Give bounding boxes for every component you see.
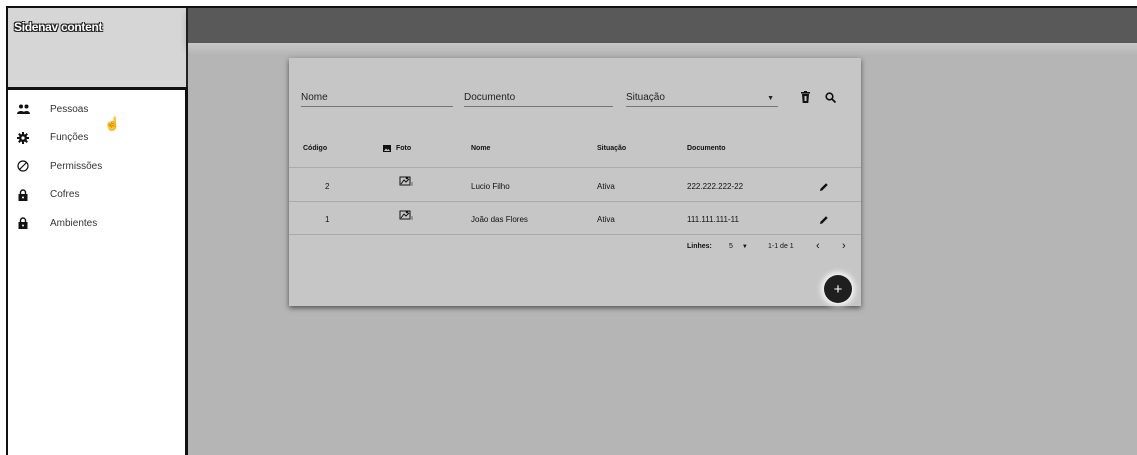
edit-button[interactable] bbox=[817, 180, 831, 194]
app-frame: Sidenav content Pessoas Funções Permissõ… bbox=[6, 6, 1137, 455]
rows-per-page-label: Linhes: bbox=[687, 243, 712, 250]
clear-filters-button[interactable] bbox=[797, 89, 813, 105]
hand-cursor-icon: ☝ bbox=[104, 116, 121, 131]
lock-icon bbox=[16, 188, 30, 202]
sidenav-title: Sidenav content bbox=[14, 20, 103, 34]
header-documento[interactable]: Documento bbox=[687, 145, 726, 152]
add-person-button[interactable]: + bbox=[824, 275, 852, 303]
pencil-icon bbox=[820, 216, 828, 224]
situacao-select[interactable]: Situação ▼ bbox=[626, 89, 778, 107]
top-toolbar bbox=[188, 8, 1137, 43]
sidebar-item-label: Permissões bbox=[50, 160, 103, 172]
chevron-down-icon: ▼ bbox=[741, 244, 748, 250]
documento-filter-input[interactable]: Documento bbox=[464, 89, 613, 107]
sidebar-item-permissoes[interactable]: Permissões bbox=[8, 152, 185, 181]
cell-codigo: 1 bbox=[325, 215, 330, 224]
nome-filter-label: Nome bbox=[301, 92, 328, 103]
search-button[interactable] bbox=[822, 89, 838, 105]
sidebar-item-ambientes[interactable]: Ambientes bbox=[8, 209, 185, 238]
people-icon bbox=[16, 102, 30, 116]
page-range-label: 1-1 de 1 bbox=[768, 243, 794, 250]
sidebar-item-label: Cofres bbox=[50, 189, 80, 201]
search-icon bbox=[824, 91, 836, 103]
cell-nome: João das Flores bbox=[471, 215, 528, 224]
block-icon bbox=[16, 159, 30, 173]
nome-filter-input[interactable]: Nome bbox=[301, 89, 453, 107]
row-divider bbox=[289, 234, 861, 235]
gear-icon bbox=[16, 131, 30, 145]
row-divider bbox=[289, 167, 861, 168]
lock-icon bbox=[16, 216, 30, 230]
next-page-button[interactable]: › bbox=[842, 240, 846, 252]
image-icon bbox=[383, 145, 391, 152]
previous-page-button[interactable]: ‹ bbox=[816, 240, 820, 252]
toolbar-shadow bbox=[188, 43, 1137, 55]
cell-situacao: Ativa bbox=[597, 215, 615, 224]
documento-filter-label: Documento bbox=[464, 92, 516, 103]
page-size-value: 5 bbox=[729, 243, 733, 250]
situacao-select-label: Situação bbox=[626, 92, 665, 103]
header-situacao[interactable]: Situação bbox=[597, 145, 626, 152]
chevron-down-icon: ▼ bbox=[767, 95, 774, 102]
sidebar-item-cofres[interactable]: Cofres bbox=[8, 181, 185, 210]
broken-image-icon bbox=[399, 174, 415, 190]
cell-codigo: 2 bbox=[325, 182, 330, 191]
trash-icon bbox=[800, 91, 810, 103]
cell-situacao: Ativa bbox=[597, 182, 615, 191]
sidebar-item-funcoes[interactable]: Funções bbox=[8, 124, 185, 153]
sidebar-item-label: Funções bbox=[50, 132, 89, 144]
cell-documento: 222.222.222-22 bbox=[687, 182, 744, 191]
header-codigo[interactable]: Código bbox=[303, 145, 327, 152]
header-foto: Foto bbox=[396, 145, 412, 152]
pencil-icon bbox=[820, 183, 828, 191]
sidenav-header: Sidenav content bbox=[8, 8, 188, 87]
header-nome[interactable]: Nome bbox=[471, 145, 490, 152]
cell-documento: 111.111.111-11 bbox=[687, 215, 739, 224]
edit-button[interactable] bbox=[817, 213, 831, 227]
sidebar-item-label: Ambientes bbox=[50, 217, 98, 229]
people-card: Nome Documento Situação ▼ Código Foto No… bbox=[289, 58, 861, 306]
broken-image-icon bbox=[399, 208, 415, 224]
header-foto-wrap[interactable]: Foto bbox=[383, 145, 411, 152]
page-size-select[interactable]: 5 ▼ bbox=[729, 243, 748, 250]
cell-nome: Lucio Filho bbox=[471, 182, 510, 191]
sidebar-item-label: Pessoas bbox=[50, 103, 89, 115]
sidebar-item-pessoas[interactable]: Pessoas bbox=[8, 95, 185, 124]
sidenav: Pessoas Funções Permissões Cofres Ambien… bbox=[8, 87, 188, 455]
row-divider bbox=[289, 201, 861, 202]
